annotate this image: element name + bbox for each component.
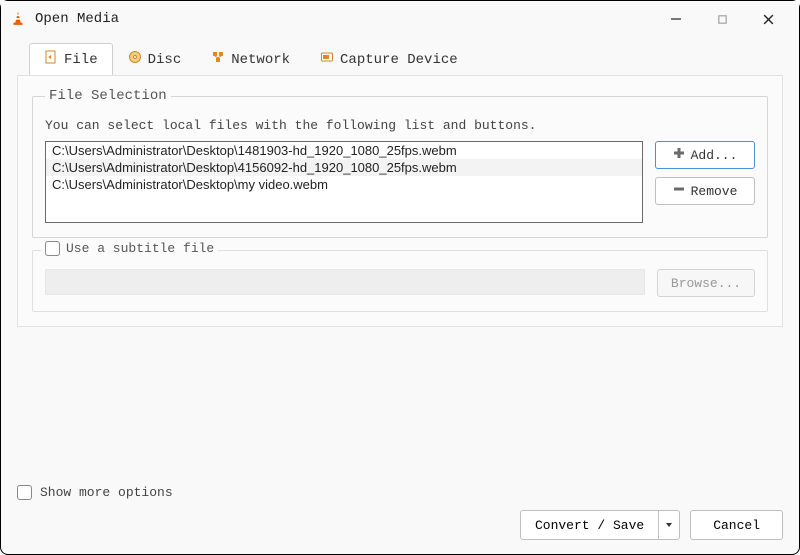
subtitle-path-input [45,269,645,295]
minus-icon [673,183,685,199]
show-more-options-label: Show more options [40,485,173,500]
close-button[interactable] [745,4,791,34]
convert-save-split-button: Convert / Save [520,510,680,540]
file-selection-hint: You can select local files with the foll… [45,118,755,133]
convert-save-button[interactable]: Convert / Save [520,510,658,540]
content-area: File Selection You can select local file… [1,75,799,477]
file-selection-group: File Selection You can select local file… [32,88,768,238]
plus-icon [673,147,685,163]
maximize-button[interactable] [699,4,745,34]
tab-capture-device[interactable]: Capture Device [305,43,473,75]
file-list-item[interactable]: C:\Users\Administrator\Desktop\1481903-h… [46,142,642,159]
tab-label: File [64,52,98,68]
tab-disc[interactable]: Disc [113,43,197,75]
subtitle-checkbox[interactable] [45,241,60,256]
file-list-item[interactable]: C:\Users\Administrator\Desktop\my video.… [46,176,642,193]
convert-save-label: Convert / Save [535,518,644,533]
file-selection-legend: File Selection [45,88,171,104]
tab-label: Network [231,52,290,68]
subtitle-group: Use a subtitle file Browse... [32,250,768,312]
network-icon [211,50,225,69]
file-list-item[interactable]: C:\Users\Administrator\Desktop\4156092-h… [46,159,642,176]
remove-button[interactable]: Remove [655,177,755,205]
show-more-options-row[interactable]: Show more options [17,485,783,500]
minimize-button[interactable] [653,4,699,34]
vlc-cone-icon [9,10,27,28]
add-button[interactable]: Add... [655,141,755,169]
show-more-options-checkbox[interactable] [17,485,32,500]
footer: Show more options Convert / Save Cancel [1,477,799,554]
window-controls [653,4,791,34]
file-panel: File Selection You can select local file… [17,75,783,327]
caret-down-icon [665,518,673,533]
tab-label: Disc [148,52,182,68]
disc-icon [128,50,142,69]
tab-bar: File Disc Network Capture Device [1,43,799,75]
capture-icon [320,50,334,69]
cancel-label: Cancel [713,518,760,533]
open-media-window: Open Media File Disc [0,0,800,555]
add-button-label: Add... [691,148,738,163]
titlebar: Open Media [1,1,799,37]
convert-save-dropdown[interactable] [658,510,680,540]
tab-label: Capture Device [340,52,458,68]
subtitle-checkbox-label: Use a subtitle file [66,241,214,256]
cancel-button[interactable]: Cancel [690,510,783,540]
file-icon [44,50,58,69]
browse-button-label: Browse... [671,276,741,291]
browse-button: Browse... [657,269,755,297]
tab-file[interactable]: File [29,43,113,75]
window-title: Open Media [35,11,653,27]
file-list[interactable]: C:\Users\Administrator\Desktop\1481903-h… [45,141,643,223]
remove-button-label: Remove [691,184,738,199]
tab-network[interactable]: Network [196,43,305,75]
